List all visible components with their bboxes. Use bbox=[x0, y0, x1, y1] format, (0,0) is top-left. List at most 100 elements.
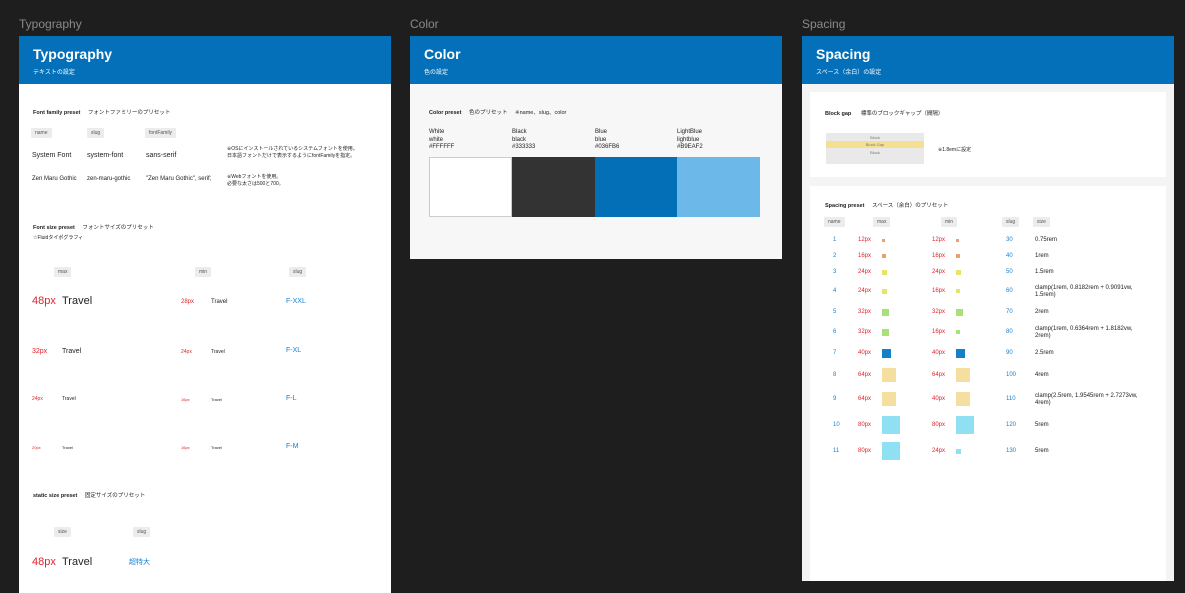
frame-label-color[interactable]: Color bbox=[410, 17, 439, 31]
spacing-max-swatch bbox=[882, 238, 885, 242]
size-slug: F-M bbox=[286, 443, 299, 450]
spacing-min-swatch bbox=[956, 254, 960, 258]
frame-label-typography[interactable]: Typography bbox=[19, 17, 82, 31]
frame-subtitle: スペース（余白）の設定 bbox=[816, 70, 882, 76]
size-max: 32px bbox=[32, 348, 48, 355]
swatch-white[interactable] bbox=[429, 157, 512, 217]
spacing-slug: 50 bbox=[1006, 269, 1013, 275]
spacing-min: 16px bbox=[932, 329, 946, 335]
col-header-size: size bbox=[54, 527, 71, 537]
spacing-min: 40px bbox=[932, 396, 946, 402]
font-size-heading: Font size preset フォントサイズのプリセット bbox=[33, 225, 154, 231]
spacing-max: 32px bbox=[858, 329, 872, 335]
spacing-min-swatch bbox=[956, 289, 960, 293]
size-min: 16px bbox=[181, 445, 190, 450]
spacing-body: Block gap 標準のブロックギャップ（間隔） Block Block Ga… bbox=[802, 84, 1174, 581]
spacing-max-swatch bbox=[882, 416, 900, 434]
size-sample-min: Travel bbox=[211, 445, 222, 450]
spacing-min-swatch bbox=[956, 238, 959, 242]
spacing-max-swatch bbox=[882, 328, 889, 336]
col-header-min: min bbox=[941, 217, 958, 227]
family-row-slug: zen-maru-gothic bbox=[87, 176, 131, 182]
spacing-min: 16px bbox=[932, 288, 946, 294]
swatch-name: LightBlue bbox=[677, 129, 703, 135]
size-slug: F-XL bbox=[286, 347, 302, 354]
static-size-heading: static size preset 固定サイズのプリセット bbox=[33, 493, 146, 499]
color-frame[interactable]: Color 色の設定 Color preset 色のプリセット ※name、sl… bbox=[410, 36, 782, 259]
spacing-min-swatch bbox=[956, 392, 970, 406]
spacing-name: 4 bbox=[833, 288, 837, 294]
swatch-black[interactable] bbox=[512, 157, 595, 217]
spacing-max-swatch bbox=[882, 308, 889, 316]
spacing-min-swatch bbox=[956, 330, 960, 334]
swatch-name: White bbox=[429, 129, 445, 135]
swatch-lightblue[interactable] bbox=[677, 157, 760, 217]
swatch-label: Black black #333333 bbox=[512, 129, 535, 152]
typography-frame[interactable]: Typography テキストの設定 Font family preset フォ… bbox=[19, 36, 391, 593]
swatch-slug: lightblue bbox=[677, 136, 700, 143]
spacing-min: 40px bbox=[932, 350, 946, 356]
spacing-size: clamp(2.5rem, 1.9545rem + 2.7273vw, 4rem… bbox=[1035, 393, 1138, 406]
spacing-name: 3 bbox=[833, 269, 837, 275]
static-sample: Travel bbox=[62, 556, 93, 568]
size-max: 20px bbox=[32, 445, 41, 450]
spacing-min-swatch bbox=[956, 416, 974, 434]
block-gap-heading: Block gap 標準のブロックギャップ（間隔） bbox=[825, 111, 944, 117]
spacing-preset-heading: Spacing preset スペース（余白）のプリセット bbox=[825, 203, 949, 209]
spacing-min: 24px bbox=[932, 269, 946, 275]
typography-header: Typography テキストの設定 bbox=[19, 36, 391, 84]
col-header-min: min bbox=[195, 267, 212, 277]
size-slug: F-L bbox=[286, 395, 297, 402]
size-sample: Travel bbox=[62, 348, 82, 355]
spacing-max: 64px bbox=[858, 372, 872, 378]
spacing-max-swatch bbox=[882, 368, 896, 382]
spacing-size: 5rem bbox=[1035, 422, 1049, 428]
spacing-slug: 110 bbox=[1006, 396, 1016, 402]
swatch-slug: black bbox=[512, 136, 527, 143]
spacing-name: 8 bbox=[833, 372, 837, 378]
swatch-label: White white #FFFFFF bbox=[429, 129, 454, 152]
spacing-max-swatch bbox=[882, 288, 887, 294]
col-header-max: max bbox=[873, 217, 891, 227]
spacing-min: 12px bbox=[932, 237, 946, 243]
spacing-max: 40px bbox=[858, 350, 872, 356]
swatch-hex: #036FB6 bbox=[595, 144, 620, 150]
spacing-name: 2 bbox=[833, 253, 837, 259]
size-min: 24px bbox=[181, 349, 192, 355]
static-slug: 超特大 bbox=[129, 559, 150, 566]
swatch-hex: #FFFFFF bbox=[429, 144, 455, 150]
spacing-size: clamp(1rem, 0.8182rem + 0.9091vw, 1.5rem… bbox=[1035, 285, 1133, 298]
spacing-max: 32px bbox=[858, 309, 872, 315]
spacing-frame[interactable]: Spacing スペース（余白）の設定 Block gap 標準のブロックギャッ… bbox=[802, 36, 1174, 581]
frame-title: Color bbox=[424, 46, 461, 62]
spacing-max: 16px bbox=[858, 253, 872, 259]
spacing-max: 24px bbox=[858, 288, 872, 294]
fluid-typography-note: ☆Fluidタイポグラフィ bbox=[33, 235, 84, 241]
spacing-min-swatch bbox=[956, 308, 963, 316]
spacing-max: 80px bbox=[858, 448, 872, 454]
color-header: Color 色の設定 bbox=[410, 36, 782, 84]
spacing-min: 64px bbox=[932, 372, 946, 378]
frame-label-spacing[interactable]: Spacing bbox=[802, 17, 845, 31]
block-gap-band: Block Gap bbox=[826, 141, 924, 148]
spacing-header: Spacing スペース（余白）の設定 bbox=[802, 36, 1174, 84]
spacing-max: 12px bbox=[858, 237, 872, 243]
spacing-max: 64px bbox=[858, 396, 872, 402]
spacing-size: 5rem bbox=[1035, 448, 1049, 454]
col-header-name: name bbox=[31, 128, 52, 138]
spacing-size: 1rem bbox=[1035, 253, 1049, 259]
spacing-name: 6 bbox=[833, 329, 837, 335]
static-size: 48px bbox=[32, 556, 56, 568]
size-min: 28px bbox=[181, 299, 195, 305]
spacing-min: 80px bbox=[932, 422, 946, 428]
swatch-blue[interactable] bbox=[595, 157, 678, 217]
spacing-size: clamp(1rem, 0.6364rem + 1.8182vw, 2rem) bbox=[1035, 326, 1133, 339]
spacing-min: 32px bbox=[932, 309, 946, 315]
swatch-hex: #333333 bbox=[512, 144, 536, 150]
color-preset-heading: Color preset 色のプリセット ※name、slug、color bbox=[429, 110, 567, 116]
size-sample-min: Travel bbox=[211, 299, 228, 305]
spacing-size: 4rem bbox=[1035, 372, 1049, 378]
swatch-label: Blue blue #036FB6 bbox=[595, 129, 619, 152]
swatch-label: LightBlue lightblue #B9EAF2 bbox=[677, 129, 703, 152]
spacing-min: 16px bbox=[932, 253, 946, 259]
